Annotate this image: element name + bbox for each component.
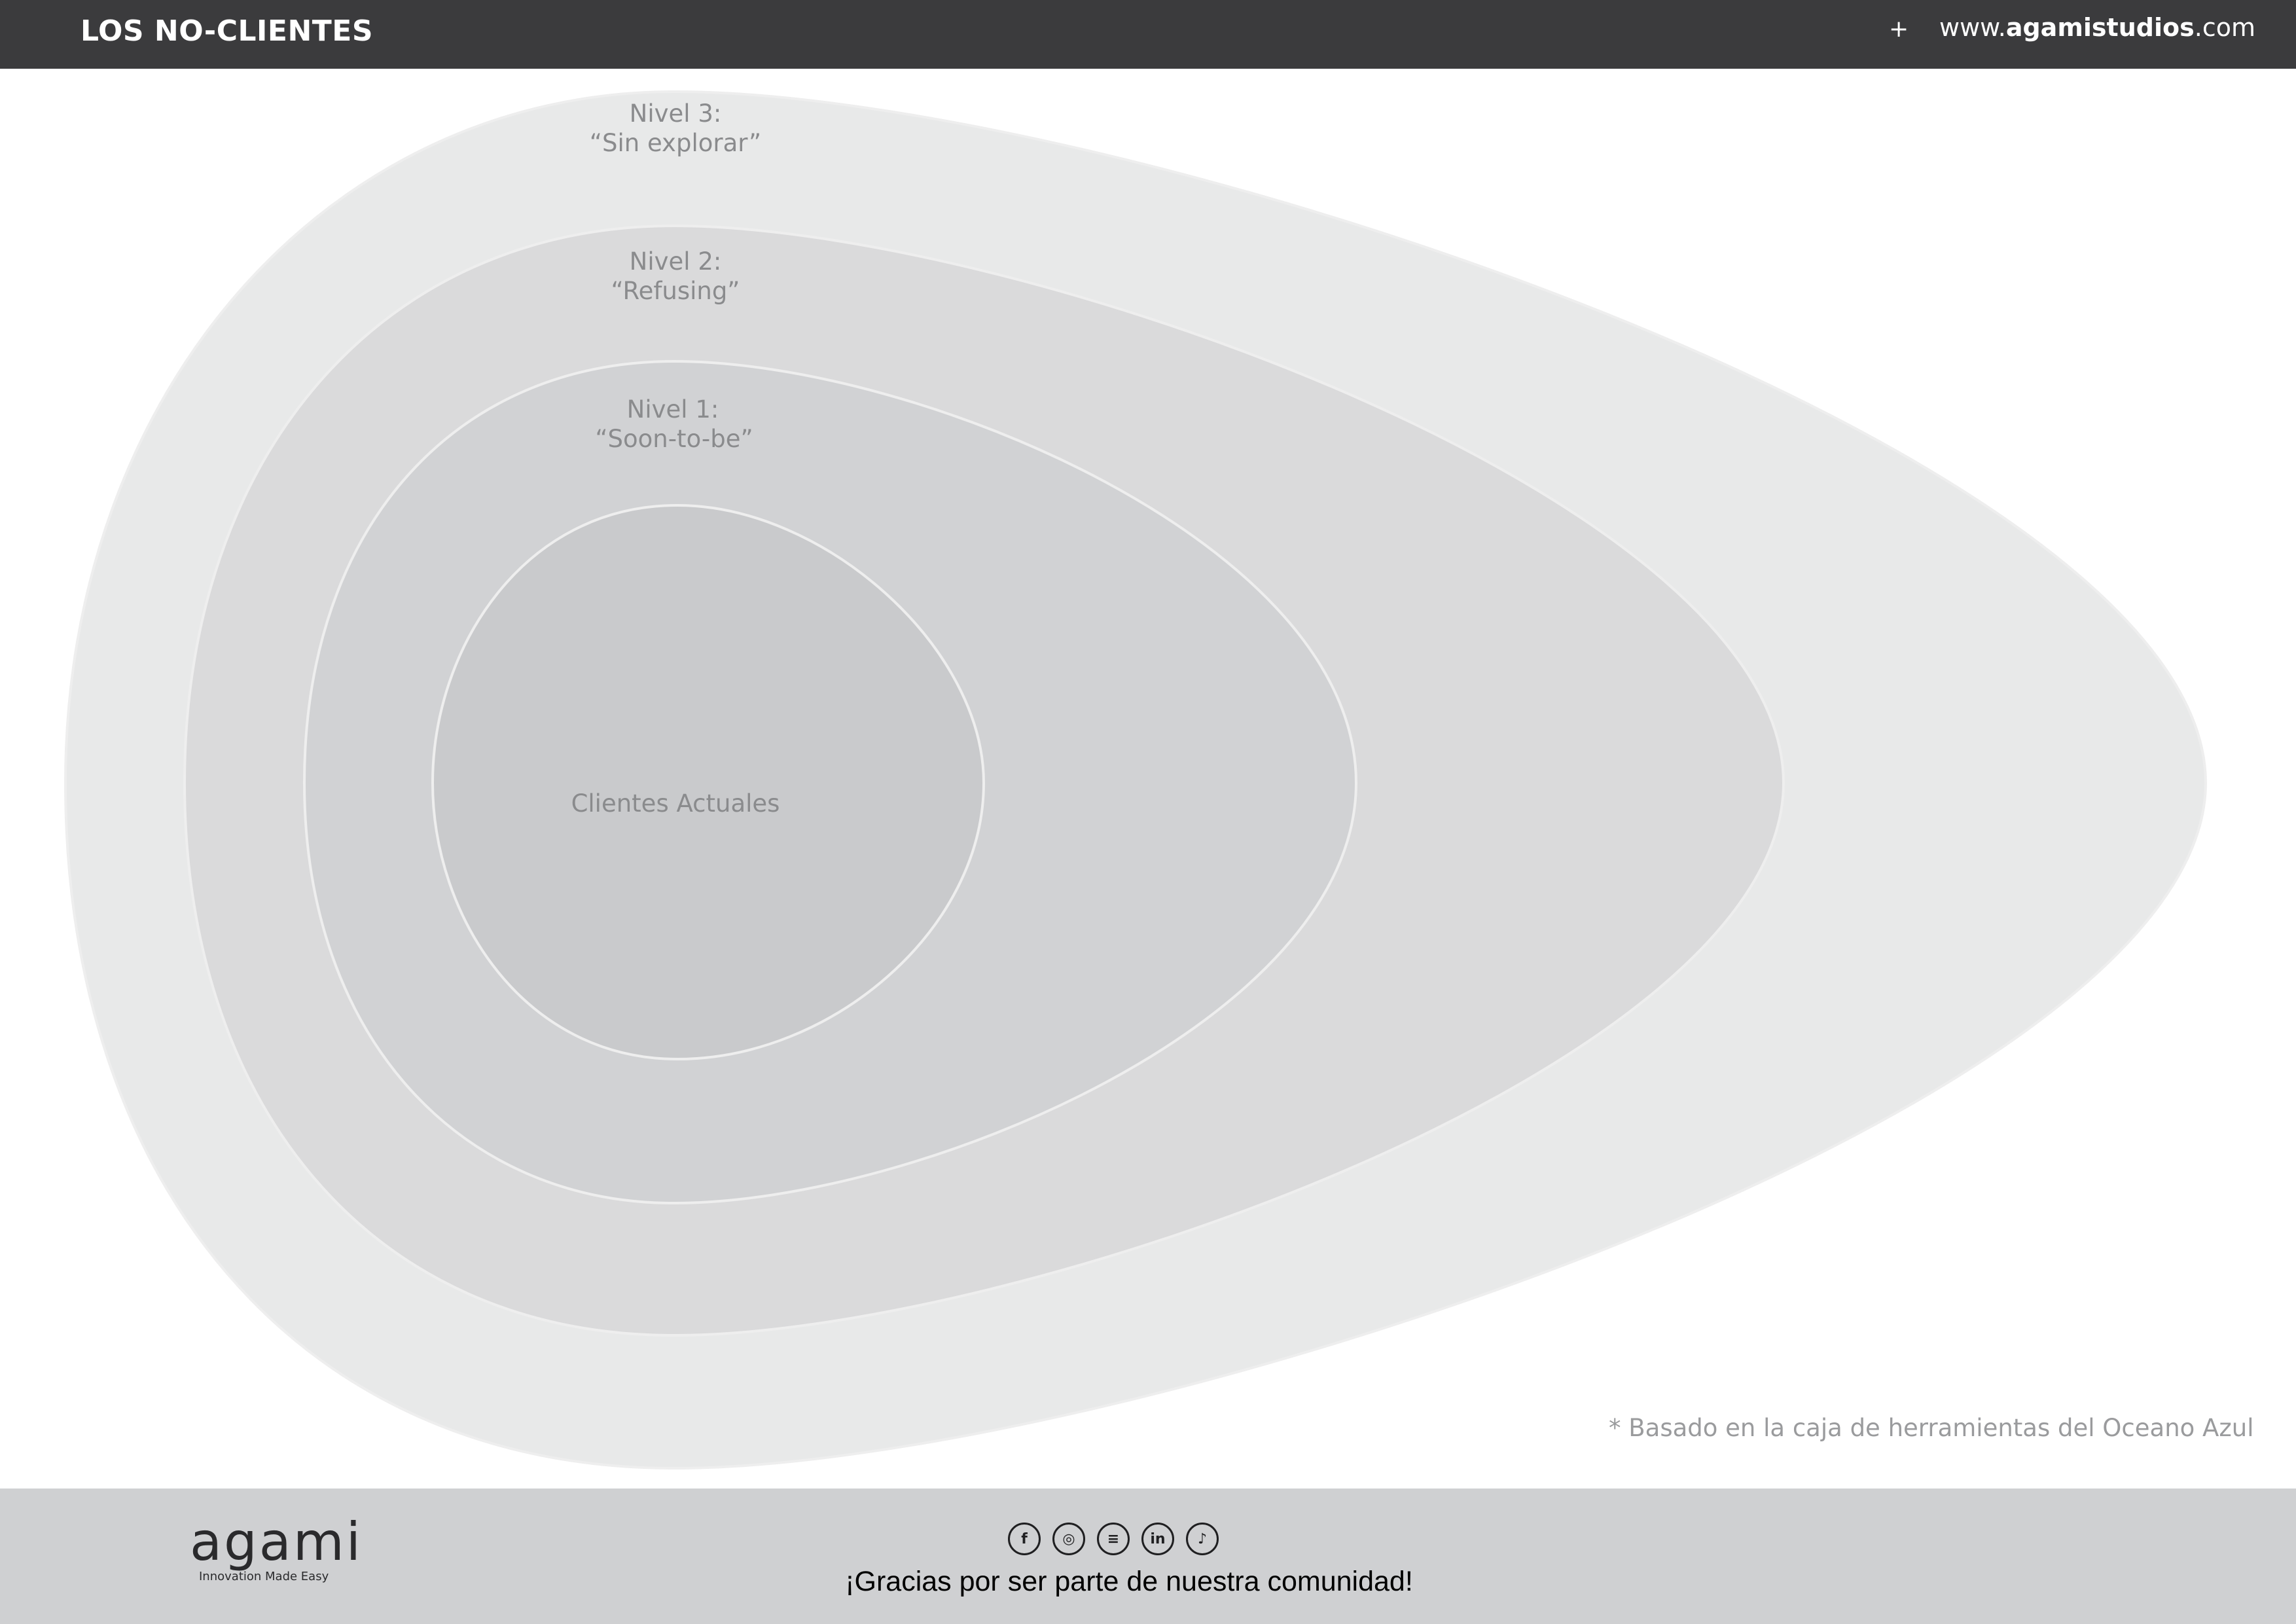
url-suffix: .com [2194,13,2255,42]
plus-icon: + [1889,16,1909,43]
facebook-icon[interactable]: f [1008,1523,1041,1555]
tiktok-icon[interactable]: ♪ [1186,1523,1219,1555]
level-1-label: Nivel 1: [627,395,719,424]
footnote: * Basado en la caja de herramientas del … [1609,1414,2254,1442]
page-title: LOS NO-CLIENTES [81,14,374,48]
level-2-sublabel: “Refusing” [611,277,740,305]
footer: agami Innovation Made Easy f ◎ ≡ in ♪ ¡G… [0,1489,2296,1624]
level-2-label: Nivel 2: [630,247,722,276]
url-prefix: www. [1939,13,2006,42]
social-icons: f ◎ ≡ in ♪ [1008,1523,1219,1555]
linkedin-icon[interactable]: in [1141,1523,1174,1555]
agami-logo: agami [190,1511,363,1572]
spotify-icon[interactable]: ≡ [1097,1523,1130,1555]
website-link[interactable]: www.agamistudios.com [1939,13,2255,42]
level-3-sublabel: “Sin explorar” [590,129,761,157]
core-label: Clientes Actuales [571,789,780,818]
level-1-sublabel: “Soon-to-be” [595,425,753,453]
no-clients-diagram: Nivel 3: “Sin explorar” Nivel 2: “Refusi… [63,90,2208,1470]
instagram-icon[interactable]: ◎ [1052,1523,1085,1555]
thanks-message: ¡Gracias por ser parte de nuestra comuni… [845,1566,1413,1597]
url-brand: agamistudios [2005,13,2195,42]
header-bar: LOS NO-CLIENTES + www.agamistudios.com [0,0,2296,69]
level-3-label: Nivel 3: [630,99,722,128]
